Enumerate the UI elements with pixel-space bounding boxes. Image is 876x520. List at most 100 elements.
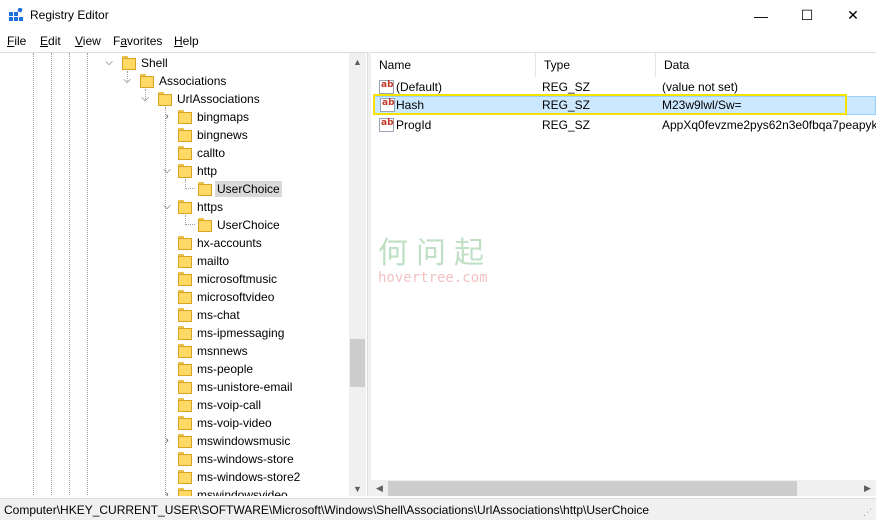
menu-view[interactable]: View (75, 34, 101, 48)
tree-node-label: http (197, 164, 218, 178)
tree-node-label: ms-unistore-email (197, 380, 293, 394)
string-value-icon: ab (379, 80, 394, 94)
close-icon: ✕ (847, 7, 859, 23)
value-row-progid[interactable]: ab ProgId REG_SZ AppXq0fevzme2pys62n3e0f… (373, 116, 876, 135)
tree-node[interactable]: mailto (0, 252, 348, 270)
value-row-default[interactable]: ab (Default) REG_SZ (value not set) (373, 78, 876, 97)
tree-node[interactable]: hx-accounts (0, 234, 348, 252)
scroll-right-icon[interactable]: ▶ (859, 480, 876, 496)
folder-icon (178, 110, 192, 124)
menu-favorites[interactable]: Favorites (113, 34, 162, 48)
string-value-icon: ab (380, 98, 395, 112)
folder-icon (178, 290, 192, 304)
value-data: (value not set) (662, 80, 739, 94)
window-title: Registry Editor (30, 8, 109, 22)
tree-node[interactable]: microsoftmusic (0, 270, 348, 288)
tree-node-label: mailto (197, 254, 230, 268)
folder-icon (178, 128, 192, 142)
menu-help[interactable]: Help (174, 34, 199, 48)
tree-node[interactable]: ⌵ http (0, 162, 348, 180)
folder-icon (178, 236, 192, 250)
tree-node-label: mswindowsmusic (197, 434, 291, 448)
chevron-right-icon[interactable]: › (162, 436, 172, 446)
value-type: REG_SZ (542, 118, 591, 132)
value-name: Hash (396, 98, 425, 112)
tree-node-label: ms-windows-store (197, 452, 294, 466)
tree-node[interactable]: › mswindowsmusic (0, 432, 348, 450)
scroll-up-icon[interactable]: ▲ (349, 53, 366, 70)
tree-node[interactable]: UserChoice (0, 216, 348, 234)
tree-node[interactable]: ms-voip-call (0, 396, 348, 414)
chevron-down-icon[interactable]: ⌵ (122, 76, 132, 86)
chevron-right-icon[interactable]: › (162, 490, 172, 497)
tree-node[interactable]: ms-ipmessaging (0, 324, 348, 342)
value-data: M23w9lwl/Sw= (662, 98, 742, 112)
tree-node-label: microsoftvideo (197, 290, 275, 304)
menu-file[interactable]: File (7, 34, 26, 48)
tree-node-label: Associations (159, 74, 227, 88)
scroll-down-icon[interactable]: ▼ (349, 480, 366, 496)
tree-node[interactable]: › bingmaps (0, 108, 348, 126)
string-value-icon: ab (379, 118, 394, 132)
column-header-data[interactable]: Data (656, 53, 876, 77)
values-list-pane[interactable]: Name Type Data ab (Default) REG_SZ (valu… (371, 52, 876, 496)
tree-node[interactable]: msnnews (0, 342, 348, 360)
tree-node[interactable]: callto (0, 144, 348, 162)
tree-node[interactable]: ms-unistore-email (0, 378, 348, 396)
folder-icon (178, 416, 192, 430)
tree-node[interactable]: ⌵ UrlAssociations (0, 90, 348, 108)
folder-icon (178, 488, 192, 496)
tree-node[interactable]: ms-windows-store2 (0, 468, 348, 486)
menu-bar: File Edit View Favorites Help (0, 31, 876, 51)
tree-node[interactable]: bingnews (0, 126, 348, 144)
close-button[interactable]: ✕ (830, 0, 876, 31)
maximize-button[interactable]: ☐ (784, 0, 830, 31)
chevron-down-icon[interactable]: ⌵ (162, 166, 172, 176)
registry-editor-icon (9, 8, 23, 21)
column-header-type[interactable]: Type (536, 53, 656, 77)
column-header-name[interactable]: Name (371, 53, 536, 77)
list-scroll-thumb[interactable] (388, 481, 797, 496)
tree-node[interactable]: ms-windows-store (0, 450, 348, 468)
tree-node-label: hx-accounts (197, 236, 262, 250)
tree-node[interactable]: ⌵ https (0, 198, 348, 216)
tree-node[interactable]: ms-voip-video (0, 414, 348, 432)
folder-icon (198, 218, 212, 232)
tree-node[interactable]: ⌵ Shell (0, 54, 348, 72)
chevron-down-icon[interactable]: ⌵ (162, 202, 172, 212)
value-data: AppXq0fevzme2pys62n3e0fbqa7peapykr8v (662, 118, 876, 132)
scroll-left-icon[interactable]: ◀ (371, 480, 388, 496)
tree-node-label: bingmaps (197, 110, 250, 124)
tree-scroll-thumb[interactable] (350, 339, 365, 387)
tree-node[interactable]: ⌵ Associations (0, 72, 348, 90)
tree-node-label: UserChoice (215, 181, 282, 197)
folder-icon (178, 398, 192, 412)
tree-node-label: ms-voip-video (197, 416, 272, 430)
tree-node-label: ms-people (197, 362, 254, 376)
chevron-down-icon[interactable]: ⌵ (140, 94, 150, 104)
resize-grip-icon[interactable]: ⋰ (863, 507, 873, 517)
folder-icon (178, 434, 192, 448)
tree-node[interactable]: microsoftvideo (0, 288, 348, 306)
folder-icon (178, 272, 192, 286)
tree-node[interactable]: ms-chat (0, 306, 348, 324)
tree-node[interactable]: ms-people (0, 360, 348, 378)
tree-vertical-scrollbar[interactable]: ▲ ▼ (349, 53, 366, 496)
chevron-down-icon[interactable]: ⌵ (104, 58, 114, 68)
minimize-button[interactable]: — (738, 0, 784, 31)
list-horizontal-scrollbar[interactable]: ◀ ▶ (371, 480, 876, 496)
maximize-icon: ☐ (800, 7, 814, 23)
key-tree-pane[interactable]: ⌵ Shell ⌵ Associations ⌵ UrlAssociations › bing… (0, 52, 368, 496)
tree-node-label: ms-voip-call (197, 398, 262, 412)
folder-icon (122, 56, 136, 70)
value-row-hash[interactable]: ab Hash REG_SZ M23w9lwl/Sw= (373, 96, 876, 115)
status-bar: Computer\HKEY_CURRENT_USER\SOFTWARE\Micr… (0, 498, 876, 520)
folder-icon (178, 146, 192, 160)
folder-icon (178, 470, 192, 484)
tree-node[interactable]: › mswindowsvideo (0, 486, 348, 496)
tree-node[interactable]: UserChoice (0, 180, 348, 198)
menu-edit[interactable]: Edit (40, 34, 61, 48)
folder-icon (178, 344, 192, 358)
value-name: ProgId (396, 118, 432, 132)
chevron-right-icon[interactable]: › (162, 112, 172, 122)
